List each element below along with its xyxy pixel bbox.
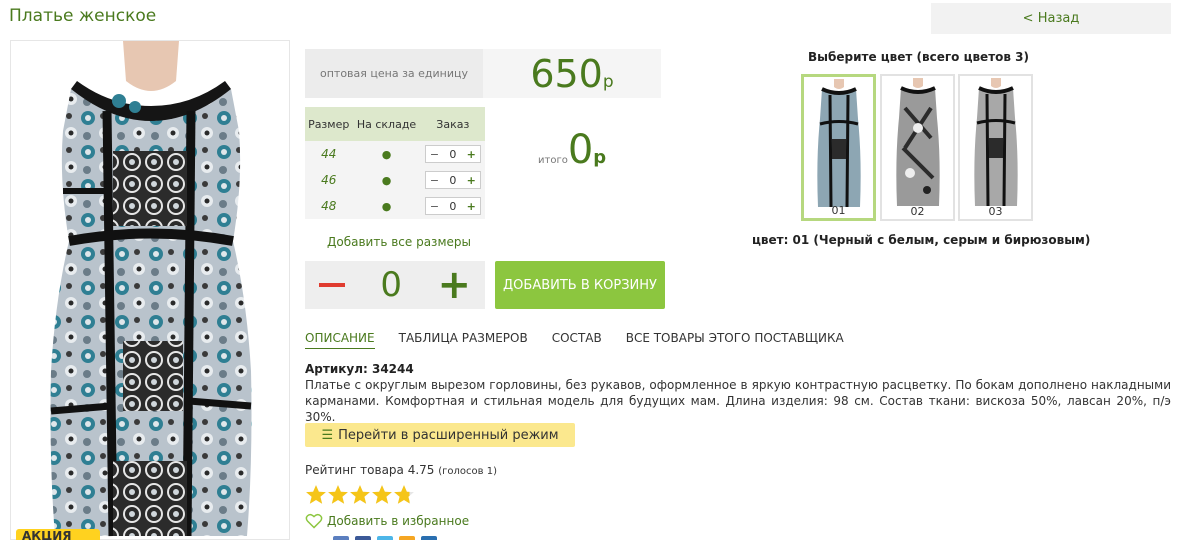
price-label: оптовая цена за единицу	[305, 49, 483, 98]
page-title: Платье женское	[9, 6, 157, 26]
share-icon[interactable]	[399, 536, 415, 540]
star-icon[interactable]	[371, 484, 393, 506]
color-swatch-02[interactable]: 02	[880, 74, 955, 221]
selected-color-name: цвет: 01 (Черный с белым, серым и бирюзо…	[752, 233, 1091, 247]
main-quantity-stepper[interactable]: 0 +	[305, 261, 485, 309]
back-button[interactable]: < Назад	[931, 3, 1171, 34]
increment-button[interactable]: +	[467, 148, 476, 161]
stock-indicator: ●	[352, 193, 421, 219]
tab-composition[interactable]: СОСТАВ	[552, 331, 602, 349]
star-icon[interactable]	[393, 484, 415, 506]
share-icon[interactable]	[421, 536, 437, 540]
share-icon[interactable]	[377, 536, 393, 540]
rating-stars[interactable]	[305, 484, 415, 506]
color-swatch-03[interactable]: 03	[958, 74, 1033, 221]
rating-label: Рейтинг товара 4.75	[305, 463, 435, 477]
main-quantity-value[interactable]: 0	[380, 265, 402, 305]
add-to-cart-button[interactable]: ДОБАВИТЬ В КОРЗИНУ	[495, 261, 665, 309]
star-icon[interactable]	[327, 484, 349, 506]
list-icon: ☰	[321, 427, 334, 443]
decrement-button[interactable]: −	[430, 148, 439, 161]
rating-votes: (голосов 1)	[438, 466, 498, 477]
add-all-sizes-link[interactable]: Добавить все размеры	[327, 235, 471, 249]
decrement-button[interactable]: −	[430, 200, 439, 213]
size-cell: 44	[305, 141, 353, 167]
rating-text: Рейтинг товара 4.75 (голосов 1)	[305, 463, 497, 477]
color-swatch-01[interactable]: 01	[801, 74, 876, 221]
tab-description[interactable]: ОПИСАНИЕ	[305, 331, 375, 349]
col-order-header: Заказ	[420, 107, 485, 141]
size-cell: 48	[305, 193, 353, 219]
order-total: итого 0 р	[538, 128, 606, 172]
star-icon[interactable]	[305, 484, 327, 506]
dress-photo	[50, 41, 252, 537]
price-currency: р	[602, 72, 614, 92]
decrement-button[interactable]: −	[430, 174, 439, 187]
promo-tag: АКЦИЯ	[16, 529, 100, 540]
tab-size-chart[interactable]: ТАБЛИЦА РАЗМЕРОВ	[399, 331, 528, 349]
order-cell: − 0 +	[420, 193, 485, 219]
product-description: Платье с округлым вырезом горловины, без…	[305, 378, 1171, 424]
share-icon[interactable]	[355, 536, 371, 540]
total-currency: р	[593, 147, 607, 168]
size-cell: 46	[305, 167, 353, 193]
quantity-value[interactable]: 0	[449, 174, 456, 187]
increment-button[interactable]: +	[467, 200, 476, 213]
tab-supplier-products[interactable]: ВСЕ ТОВАРЫ ЭТОГО ПОСТАВЩИКА	[626, 331, 844, 349]
table-row: 44 ● − 0 +	[305, 141, 485, 167]
product-tabs: ОПИСАНИЕ ТАБЛИЦА РАЗМЕРОВ СОСТАВ ВСЕ ТОВ…	[305, 331, 868, 349]
quantity-value[interactable]: 0	[449, 148, 456, 161]
total-label: итого	[538, 155, 568, 166]
price-box: оптовая цена за единицу 650 р	[305, 49, 661, 98]
product-main-image[interactable]	[10, 40, 290, 540]
share-icon[interactable]	[333, 536, 349, 540]
order-cell: − 0 +	[420, 167, 485, 193]
dress-thumbnail	[816, 79, 861, 207]
increment-button[interactable]: +	[467, 174, 476, 187]
color-picker-title: Выберите цвет (всего цветов 3)	[808, 50, 1029, 64]
plus-icon[interactable]: +	[437, 265, 471, 305]
total-value: 0	[567, 127, 594, 173]
table-row: 48 ● − 0 +	[305, 193, 485, 219]
swatch-label: 03	[988, 205, 1003, 218]
col-stock-header: На складе	[352, 107, 421, 141]
dress-thumbnail	[895, 78, 940, 206]
favorite-label: Добавить в избранное	[327, 514, 470, 528]
heart-icon	[305, 513, 323, 529]
swatch-label: 02	[910, 205, 925, 218]
sizes-table: Размер На складе Заказ 44 ● − 0 + 46 ● −…	[305, 107, 485, 219]
quantity-stepper[interactable]: − 0 +	[424, 145, 481, 163]
star-icon[interactable]	[349, 484, 371, 506]
quantity-stepper[interactable]: − 0 +	[424, 171, 481, 189]
quantity-value[interactable]: 0	[449, 200, 456, 213]
advanced-mode-button[interactable]: ☰ Перейти в расширенный режим	[305, 423, 575, 447]
table-row: 46 ● − 0 +	[305, 167, 485, 193]
swatch-label: 01	[831, 204, 846, 217]
order-cell: − 0 +	[420, 141, 485, 167]
stock-indicator: ●	[352, 141, 421, 167]
share-buttons	[333, 536, 443, 540]
stock-indicator: ●	[352, 167, 421, 193]
dress-thumbnail	[973, 78, 1018, 206]
add-to-favorites-link[interactable]: Добавить в избранное	[305, 513, 469, 529]
advanced-mode-label: Перейти в расширенный режим	[338, 427, 559, 443]
col-size-header: Размер	[305, 107, 353, 141]
article-number: Артикул: 34244	[305, 362, 414, 376]
price-value: 650 р	[483, 49, 661, 98]
quantity-stepper[interactable]: − 0 +	[424, 197, 481, 215]
price-number: 650	[530, 52, 603, 96]
minus-icon[interactable]	[319, 283, 345, 287]
